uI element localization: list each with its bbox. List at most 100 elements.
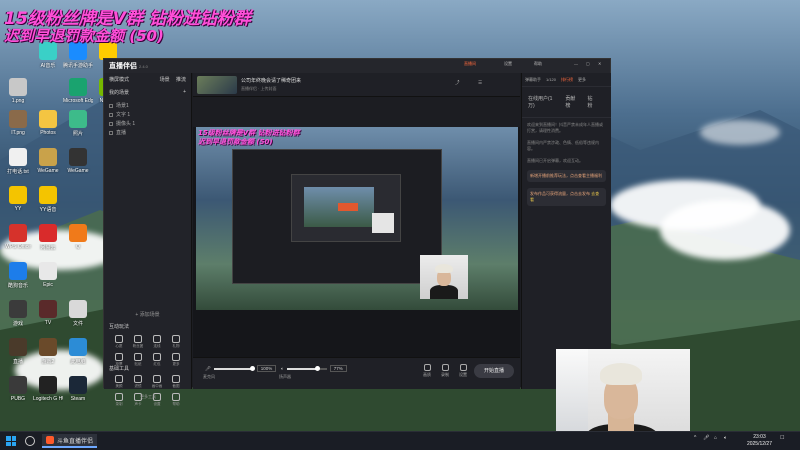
desktop-icon[interactable]: 直播 [3,338,33,365]
preview-canvas[interactable]: 15级粉丝牌是V群 钻粉进钻粉群 迟到早退罚款金额 (50) [193,127,520,365]
desktop-icon[interactable]: 照片 [63,110,93,137]
chat-panel-subtab[interactable]: 贡献榜 [565,95,579,109]
mic-volume-control[interactable]: 🎤︎ 100% [205,365,277,372]
chat-panel-subtab[interactable]: 钻粉 [588,95,597,109]
desktop-icon[interactable]: Q [63,224,93,250]
tab-scene[interactable]: 场景 [160,77,170,83]
desktop-icon[interactable]: Epic [33,262,63,288]
desktop-icon[interactable]: 打电话.txt [3,148,33,175]
desktop-icon[interactable]: Photos [33,110,63,136]
app-titlebar[interactable]: 直播伴侣 2.4.0 直播间 设置 帮助 — ▢ ✕ [104,59,610,73]
room-button[interactable]: 直播间 [464,61,476,67]
chat-panel-tab[interactable]: 排行榜 [561,77,573,83]
speaker-icon[interactable]: 🔈︎ [281,366,284,371]
chat-panel-tab[interactable]: 弹幕助手 [525,77,541,83]
taskbar-app-live-companion[interactable]: 斗鱼直播伴侣 [42,434,98,448]
speaker-volume-control[interactable]: 🔈︎ 77% [281,365,347,372]
start-live-button[interactable]: 开始直播 [474,364,514,378]
desktop-icon[interactable]: IT.png [3,110,33,136]
mic-icon[interactable]: 🎤︎ [205,366,211,372]
desktop-icon[interactable]: PUBG [3,376,33,402]
desktop-icon[interactable]: WPS Office [3,224,33,250]
basic-tool[interactable]: 滤镜 [129,375,147,389]
chat-panel-subtab[interactable]: 在线用户(1万) [528,95,557,109]
app-logo: 直播伴侣 [109,63,137,70]
microphone-icon[interactable]: 🎤︎ [703,435,709,441]
interact-tool[interactable]: 心愿 [110,335,128,349]
preview-webcam-source[interactable] [420,255,468,299]
desktop-icon[interactable]: 此电脑 [63,338,93,365]
help-button[interactable]: 帮助 [534,61,542,67]
close-icon[interactable]: ✕ [598,61,601,66]
scene-item[interactable]: 摄像头 1 [109,119,186,128]
desktop-icon[interactable]: YY [3,186,33,212]
app-icon [9,148,27,166]
desktop-icon[interactable]: 酷狗音乐 [3,262,33,289]
stream-title[interactable]: 公司年终晚会请了稀奇团来 [241,77,301,84]
interact-tool[interactable]: 贴纸 [129,353,147,367]
desktop-icon[interactable]: Logitech G HUB [33,376,63,402]
desktop-icon-label: Q [76,244,80,250]
chat-panel-tab[interactable]: 1/120 [546,77,556,83]
checkbox-icon[interactable] [109,112,113,117]
search-icon[interactable] [25,436,35,446]
basic-tool[interactable]: 美颜 [110,375,128,389]
settings-button[interactable]: 设置 [504,61,512,67]
desktop-icon[interactable]: 文件 [63,300,93,327]
start-button[interactable] [6,436,16,446]
quality-button[interactable]: 画质 [419,364,435,378]
chat-highlight-box[interactable]: 发布作品可获得流量，点击去发布 去查看 [527,188,606,206]
desktop-icon[interactable]: 游戏2 [33,338,63,365]
tab-push[interactable]: 推流 [176,77,186,83]
bottom-settings-button[interactable]: 设置 [455,364,471,378]
desktop-icon-label: 游戏 [12,321,23,327]
desktop-icon-label: TV [44,320,52,326]
tray-chevron-icon[interactable]: ^ [694,435,696,441]
checkbox-icon[interactable] [109,130,113,135]
desktop-icon[interactable]: WeGame [63,148,93,174]
interact-tool[interactable]: 连线 [148,335,166,349]
add-scene-button[interactable]: + 添加场景 [104,311,191,318]
minimize-icon[interactable]: — [574,61,578,66]
scene-item[interactable]: 文字 1 [109,110,186,119]
interact-tool[interactable]: 红包 [148,353,166,367]
desktop-icon[interactable]: Microsoft Edge [63,78,93,104]
interact-tool[interactable]: 礼物 [167,335,185,349]
checkbox-icon[interactable] [109,121,113,126]
desktop-icon[interactable]: YY语音 [33,186,63,213]
taskbar-clock[interactable]: 23:03 2025/12/27 [747,434,772,448]
speaker-slider[interactable] [286,365,327,371]
mode-dropdown[interactable]: 横屏模式 [109,76,129,83]
maximize-icon[interactable]: ▢ [586,61,590,66]
desktop-icon[interactable]: 游戏 [3,300,33,327]
basic-tool[interactable]: 截图 [167,375,185,389]
desktop-icon[interactable]: 1.png [3,78,33,104]
notification-icon[interactable]: ☐ [780,435,784,441]
stream-cover-thumbnail[interactable] [197,76,237,94]
checkbox-icon[interactable] [109,103,113,108]
chat-panel-tab[interactable]: 更多 [578,77,586,83]
basic-tool[interactable]: 画中画 [148,375,166,389]
room-manage-icon[interactable]: ☰ [478,80,482,86]
chat-highlight-box[interactable]: 新增开播前推荐玩法，点击查看主播福利 [527,170,606,182]
interact-tool[interactable]: 粉丝团 [129,335,147,349]
app-icon [39,148,57,166]
desktop-icon[interactable]: Steam [63,376,93,402]
volume-icon[interactable]: 🔈︎ [724,435,727,441]
share-icon[interactable]: ⤴ [455,80,460,86]
network-icon[interactable]: ⌂ [714,435,717,441]
desktop-icon[interactable]: 腾讯手游助手 [63,42,93,69]
record-button[interactable]: 录制 [437,364,453,378]
desktop-icon[interactable]: WeGame [33,148,63,174]
desktop-icon[interactable]: 网易云 [33,224,63,251]
interact-tool[interactable]: 更多 [167,353,185,367]
audio-control-bar: 🎤︎ 100% 麦克风 🔈︎ 77% 扬声器 画质 录制 设置 开始直播 [193,357,520,389]
add-icon[interactable]: + [183,89,186,96]
desktop-icon[interactable]: AI音乐 [33,42,63,69]
mic-slider[interactable] [213,365,255,371]
more-tools-button[interactable]: 更多工具 [104,394,192,400]
desktop-icon-label: WeGame [67,168,89,174]
scene-item[interactable]: 场景1 [109,101,186,110]
scene-item[interactable]: 直播 [109,128,186,137]
desktop-icon[interactable]: TV [33,300,63,326]
